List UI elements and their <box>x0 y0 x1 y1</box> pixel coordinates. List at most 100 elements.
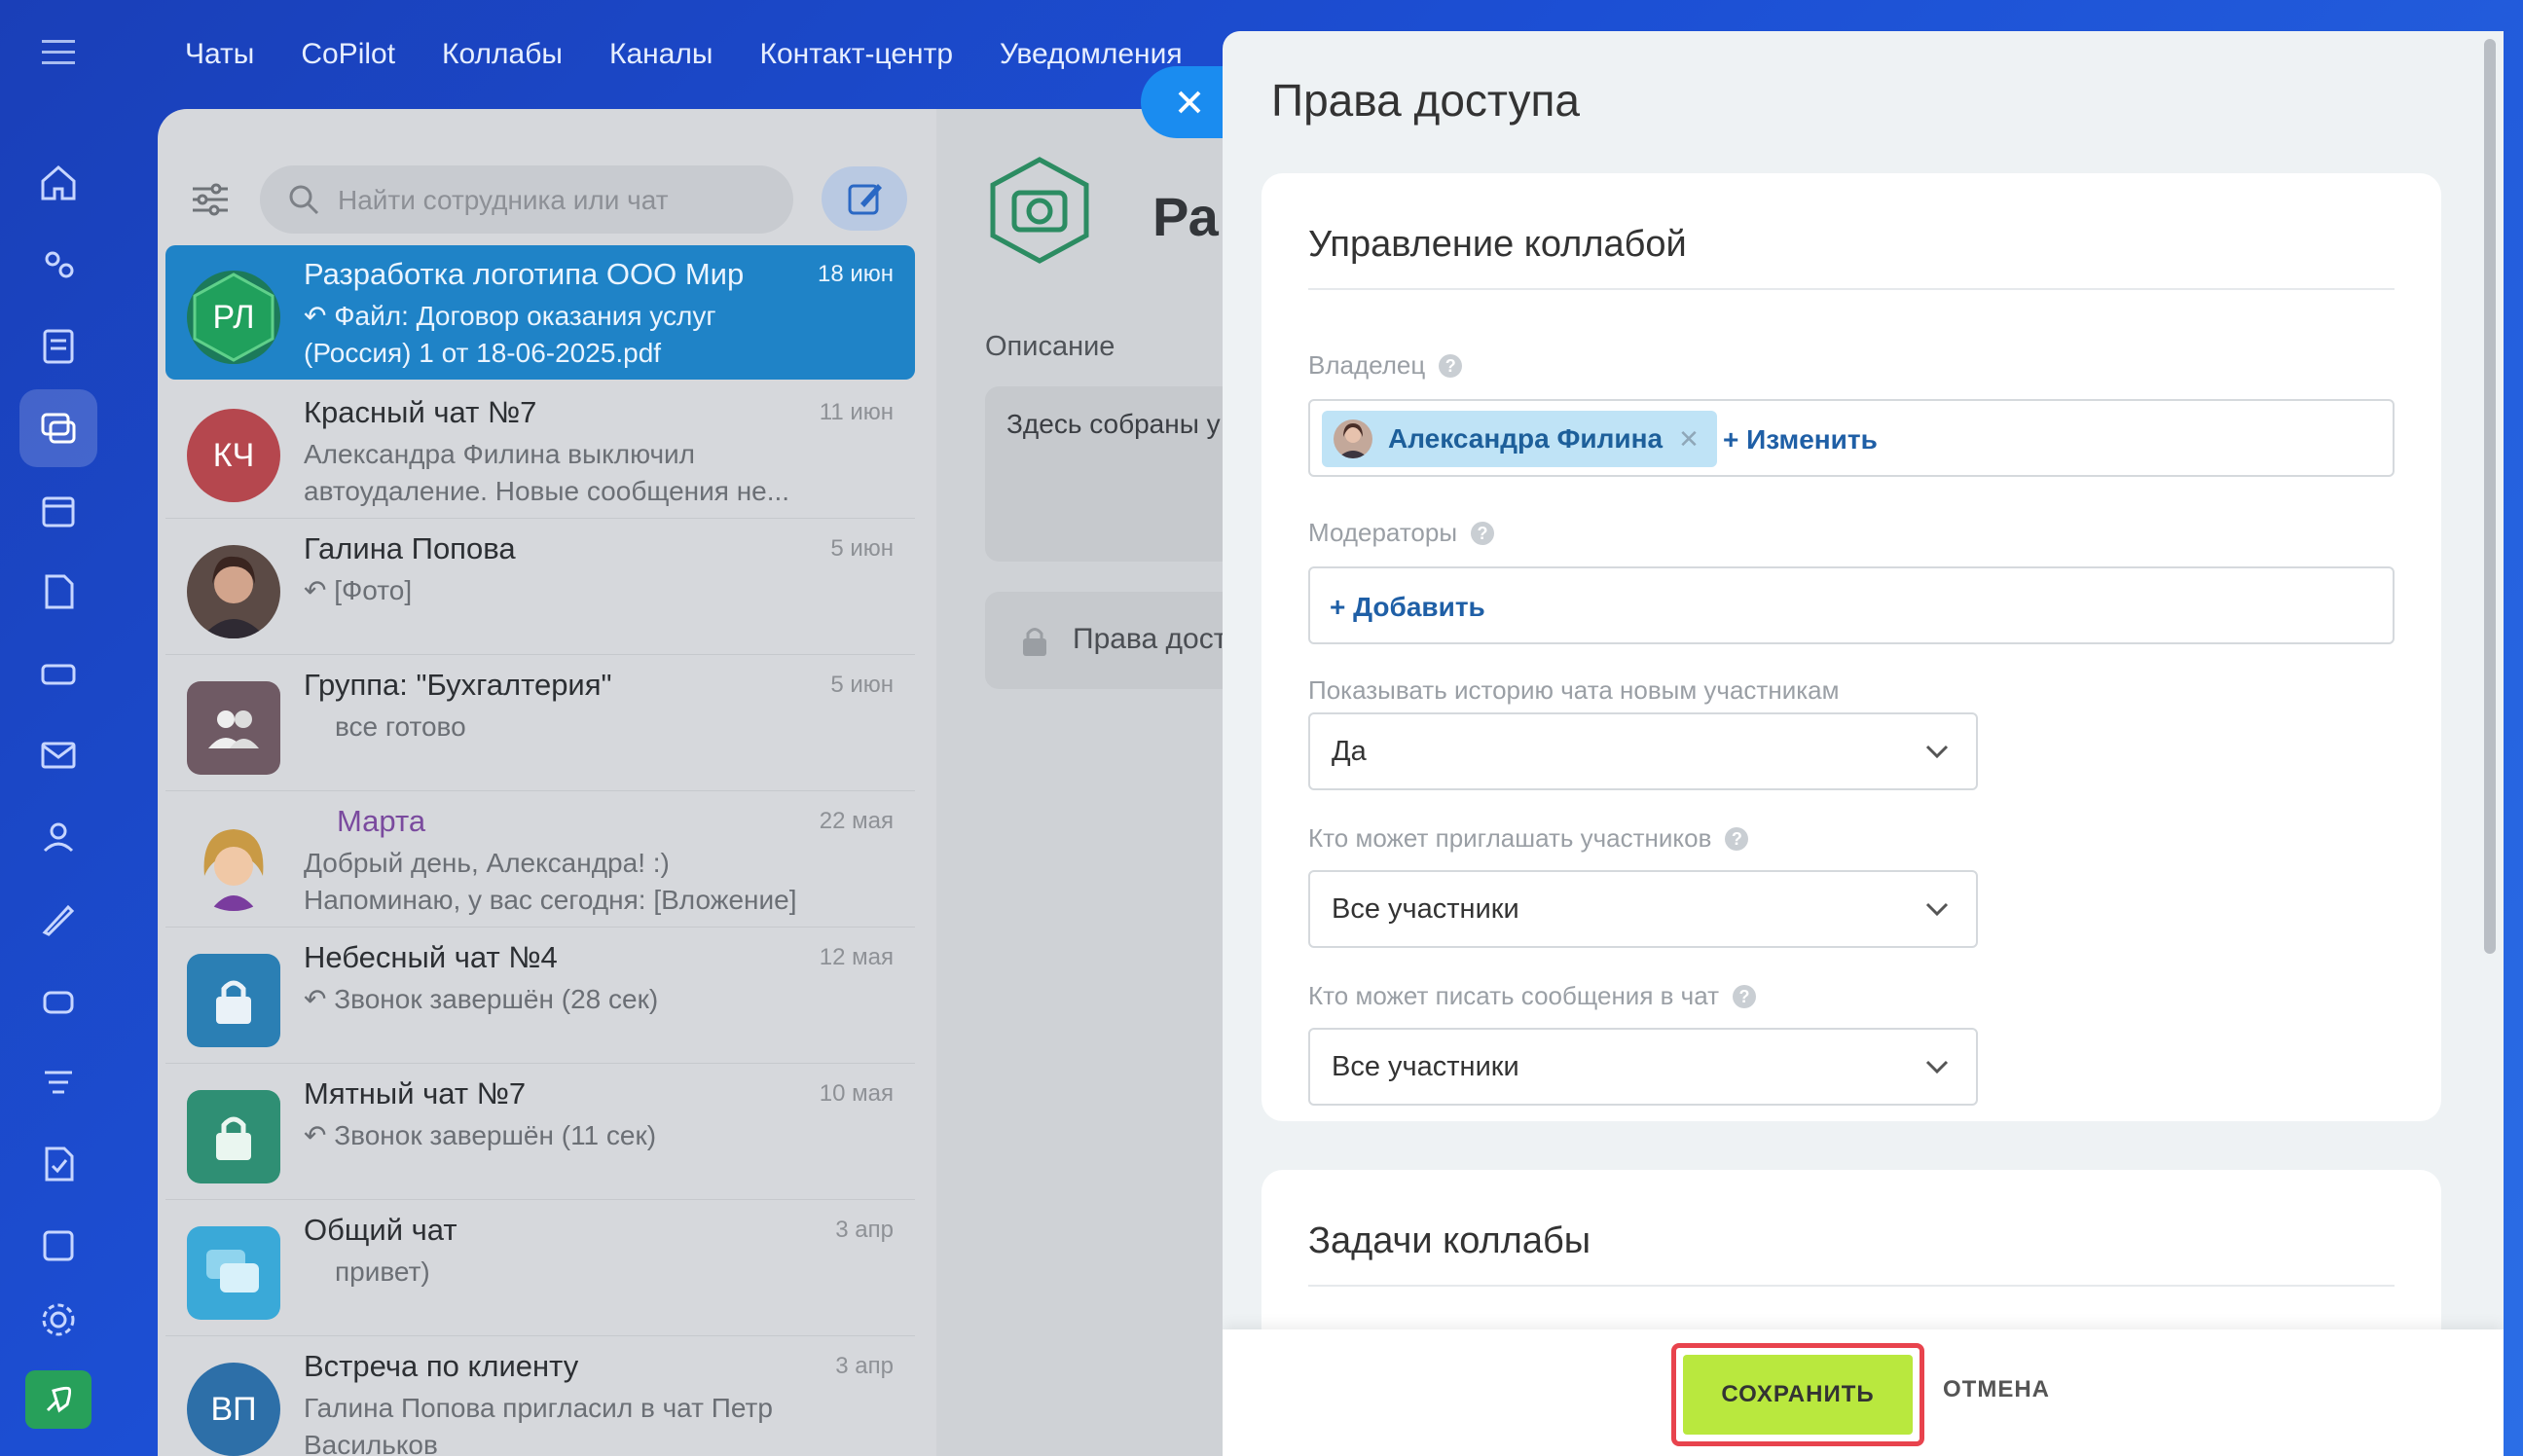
nav-notifications[interactable]: Уведомления <box>1000 38 1183 71</box>
history-label: Показывать историю чата новым участникам <box>1308 675 1840 705</box>
owner-label: Владелец? <box>1308 350 1463 381</box>
remove-icon[interactable]: ✕ <box>1678 424 1700 455</box>
chat-preview: Добрый день, Александра! :) Напоминаю, у… <box>304 848 797 915</box>
scrollbar[interactable] <box>2484 39 2496 954</box>
chat-list-item[interactable]: РЛ Разработка логотипа ООО Мир ↶ Файл: Д… <box>165 245 915 380</box>
nav-chats[interactable]: Чаты <box>185 38 254 71</box>
chat-avatar: ВП <box>187 1363 280 1456</box>
general-chat-icon <box>187 1226 280 1320</box>
collab-management-card: Управление коллабой Владелец? Александра… <box>1262 173 2441 1121</box>
nav-copilot[interactable]: CoPilot <box>301 38 395 71</box>
lock-icon <box>1023 628 1046 656</box>
chat-name: Марта <box>337 804 426 838</box>
filter-icon[interactable] <box>191 183 230 221</box>
chevron-down-icon <box>1925 745 1949 759</box>
invite-label: Кто может приглашать участников? <box>1308 823 1749 854</box>
collab-icon[interactable] <box>19 226 97 304</box>
help-icon: ? <box>1471 521 1495 545</box>
chat-list-item[interactable]: Марта Добрый день, Александра! :) Напоми… <box>165 792 915 928</box>
rocket-icon[interactable] <box>25 1370 91 1429</box>
docs-icon[interactable] <box>19 553 97 631</box>
chat-list-item[interactable]: Мятный чат №7 ↶ Звонок завершён (11 сек)… <box>165 1065 915 1200</box>
chat-list-item[interactable]: ВП Встреча по клиенту Галина Попова приг… <box>165 1337 915 1456</box>
save-button[interactable]: СОХРАНИТЬ <box>1683 1355 1913 1435</box>
chat-date: 12 мая <box>819 944 894 970</box>
nav-channels[interactable]: Каналы <box>609 38 713 71</box>
chat-list-item[interactable]: Небесный чат №4 ↶ Звонок завершён (28 се… <box>165 928 915 1064</box>
camera-icon[interactable] <box>985 156 1094 265</box>
chat-list-item[interactable]: КЧ Красный чат №7 Александра Филина выкл… <box>165 383 915 519</box>
invite-value: Все участники <box>1332 893 1519 925</box>
users-icon[interactable] <box>19 798 97 876</box>
settings-icon[interactable] <box>19 1281 97 1359</box>
check-icon[interactable] <box>19 1207 97 1285</box>
calendar-icon[interactable] <box>19 471 97 549</box>
cancel-button[interactable]: ОТМЕНА <box>1943 1376 2050 1403</box>
moderators-field[interactable]: + Добавить <box>1308 566 2395 644</box>
mail-icon[interactable] <box>19 716 97 794</box>
funnel-icon[interactable] <box>19 1043 97 1121</box>
lock-icon <box>187 1090 280 1183</box>
section-title: Задачи коллабы <box>1308 1220 1591 1261</box>
drive-icon[interactable] <box>19 635 97 712</box>
chat-name: Мятный чат №7 <box>304 1076 527 1110</box>
home-icon[interactable] <box>19 144 97 222</box>
divider <box>1308 1285 2395 1287</box>
chat-list-item[interactable]: Группа: "Бухгалтерия" все готово 5 июн <box>165 656 915 791</box>
chat-name: Небесный чат №4 <box>304 940 558 974</box>
nav-collabs[interactable]: Коллабы <box>442 38 563 71</box>
chat-list-item[interactable]: Общий чат привет) 3 апр <box>165 1201 915 1336</box>
chevron-down-icon <box>1925 902 1949 917</box>
owner-chip[interactable]: Александра Филина ✕ <box>1322 411 1717 467</box>
help-icon: ? <box>1725 826 1749 851</box>
invite-select[interactable]: Все участники <box>1308 870 1978 948</box>
history-select[interactable]: Да <box>1308 712 1978 790</box>
group-icon <box>187 681 280 775</box>
tasks-icon[interactable] <box>19 1125 97 1203</box>
search-placeholder: Найти сотрудника или чат <box>338 185 669 215</box>
chat-name: Общий чат <box>304 1213 457 1247</box>
slider-title: Права доступа <box>1271 75 1581 126</box>
chat-date: 5 июн <box>830 672 894 698</box>
chat-list-item[interactable]: Галина Попова ↶ [Фото] 5 июн <box>165 520 915 655</box>
chat-avatar: РЛ <box>187 271 280 364</box>
robot-icon[interactable] <box>19 962 97 1039</box>
compose-button[interactable] <box>822 166 907 231</box>
help-icon: ? <box>1733 984 1757 1008</box>
lock-icon <box>187 954 280 1047</box>
write-select[interactable]: Все участники <box>1308 1028 1978 1106</box>
change-owner-link[interactable]: + Изменить <box>1723 424 1878 455</box>
chat-date: 18 июн <box>817 261 894 287</box>
compose-icon <box>848 184 882 215</box>
chat-name: Красный чат №7 <box>304 395 537 429</box>
write-label: Кто может писать сообщения в чат? <box>1308 981 1757 1011</box>
chat-title: Ра <box>1152 186 1219 247</box>
chat-date: 22 мая <box>819 808 894 834</box>
menu-icon[interactable] <box>19 14 97 91</box>
chat-icon[interactable] <box>19 389 97 467</box>
feed-icon[interactable] <box>19 308 97 385</box>
chat-name: Разработка логотипа ООО Мир <box>304 257 745 291</box>
chat-preview: ↶ Звонок завершён (11 сек) <box>304 1120 657 1150</box>
chat-date: 10 мая <box>819 1080 894 1107</box>
owner-field[interactable]: Александра Филина ✕ + Изменить <box>1308 399 2395 477</box>
chat-list-panel: Найти сотрудника или чат РЛ Разработка л… <box>158 109 936 1456</box>
chat-search-input[interactable]: Найти сотрудника или чат <box>260 165 793 234</box>
moderators-label: Модераторы? <box>1308 518 1495 548</box>
chat-preview: ↶ Файл: Договор оказания услуг (Россия) … <box>304 301 716 368</box>
chat-date: 3 апр <box>835 1353 894 1379</box>
search-icon <box>287 183 320 221</box>
access-rights-slider: Права доступа Управление коллабой Владел… <box>1223 31 2504 1456</box>
section-title: Управление коллабой <box>1308 224 1687 265</box>
add-moderator-link[interactable]: + Добавить <box>1330 592 1485 623</box>
nav-contact-center[interactable]: Контакт-центр <box>759 38 953 71</box>
save-highlight: СОХРАНИТЬ <box>1671 1343 1924 1446</box>
divider <box>1308 288 2395 290</box>
sign-icon[interactable] <box>19 880 97 958</box>
bot-avatar <box>187 818 280 911</box>
close-icon <box>1178 91 1201 114</box>
chat-name: Галина Попова <box>304 531 516 565</box>
left-rail <box>0 0 117 1456</box>
description-label: Описание <box>985 331 1115 362</box>
chevron-down-icon <box>1925 1060 1949 1074</box>
